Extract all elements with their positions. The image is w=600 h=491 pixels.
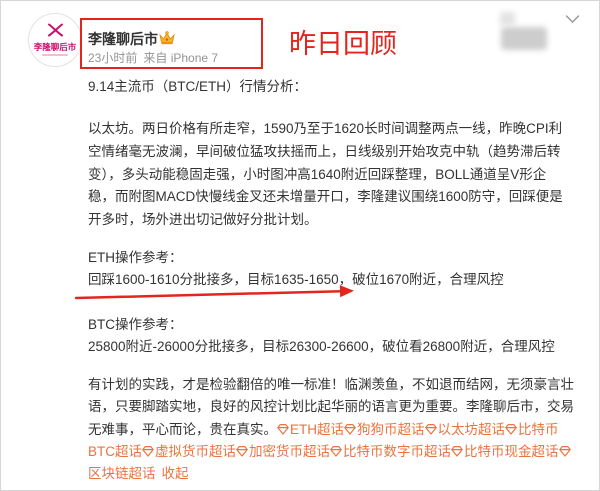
- collapse-link[interactable]: 收起: [162, 466, 189, 481]
- chevron-down-icon[interactable]: [565, 14, 580, 24]
- analysis-line: 变），多头动能稳固走强，小时图冲高1640附近回踩整理，BOLL通道呈V形企: [88, 166, 547, 182]
- super-topic-icon: [142, 445, 154, 457]
- analysis-paragraph: 以太坊。两日价格有所走窄，1590乃至于1620长时间调整两点一线，昨晚CPI利…: [88, 118, 563, 232]
- topic-link-dogecoin[interactable]: 狗狗币超话: [344, 422, 425, 437]
- topic-label: 虚拟货币超话: [155, 443, 236, 459]
- eth-plan: 回踩1600-1610分批接多，目标1635-1650，破位1670附近，合理风…: [88, 272, 504, 287]
- post-source: 来自 iPhone 7: [143, 51, 219, 65]
- super-topic-icon: [330, 445, 342, 457]
- super-topic-icon: [451, 445, 463, 457]
- btc-section: BTC操作参考： 25800附近-26000分批接多，目标26300-26600…: [88, 314, 555, 358]
- blurred-region: [501, 27, 547, 50]
- x-logo-icon: [48, 23, 63, 37]
- author-name[interactable]: 李隆聊后市: [88, 30, 158, 48]
- topic-link-crypto-currency[interactable]: 加密货币超话: [236, 444, 330, 459]
- avatar[interactable]: 李隆聊后市: [28, 13, 82, 67]
- eth-section: ETH操作参考： 回踩1600-1610分批接多，目标1635-1650，破位1…: [88, 247, 504, 291]
- topic-label: 区块链超话: [88, 466, 156, 482]
- closing-tail-with-topics: 无难事，平心而论，贵在真实。 ETH超话 狗狗币超话 以太坊超话 比特币BTC超话 虚拟货…: [88, 419, 574, 486]
- crown-icon: [159, 31, 175, 45]
- avatar-label: 李隆聊后市: [33, 42, 77, 52]
- btc-plan: 25800附近-26000分批接多，目标26300-26600，破位看26800…: [88, 339, 555, 354]
- analysis-line: 以太坊。两日价格有所走窄，1590乃至于1620长时间调整两点一线，昨晚CPI利: [88, 121, 563, 136]
- closing-line: 语，只要脚踏实地，良好的风控计划比起华丽的语言更为重要。李隆聊后市，交易: [88, 399, 574, 415]
- blurred-region: [500, 12, 515, 25]
- closing-line: 有计划的实践，才是检验翻倍的唯一标准！临渊羡鱼，不如退而结网，无须豪言壮: [88, 377, 574, 392]
- topic-label: 加密货币超话: [249, 443, 330, 459]
- topic-link-bitcoin-cash[interactable]: 比特币现金超话: [451, 444, 559, 459]
- analysis-line: 空情绪毫无波澜，早间破位猛攻扶摇而上，日线级别开始攻克中轨（趋势滞后转: [88, 143, 561, 159]
- super-topic-icon: [424, 423, 437, 435]
- topic-link-ethereum[interactable]: 以太坊超话: [424, 421, 506, 437]
- super-topic-icon: [277, 423, 289, 435]
- super-topic-icon: [558, 445, 571, 457]
- topic-link-eth[interactable]: ETH超话: [277, 422, 344, 437]
- btc-heading: BTC操作参考：: [88, 317, 183, 332]
- post-title: 9.14主流币（BTC/ETH）行情分析：: [88, 79, 308, 94]
- analysis-line: 开多时，场外进出切记做好分批计划。: [88, 212, 318, 228]
- closing-paragraph: 有计划的实践，才是检验翻倍的唯一标准！临渊羡鱼，不如退而结网，无须豪言壮 语，只…: [88, 374, 574, 485]
- topic-label: ETH超话: [290, 421, 344, 437]
- eth-heading: ETH操作参考：: [88, 250, 183, 265]
- avatar-subtext-line: [42, 54, 68, 56]
- closing-tail-text: 无难事，平心而论，贵在真实。: [88, 421, 277, 437]
- topic-label: 比特币数字币超话: [343, 443, 451, 459]
- weibo-post-card: 李隆聊后市 李隆聊后市 23小时前 来自 iPhone 7 昨日回顾 9.14主流…: [0, 0, 600, 491]
- super-topic-icon: [236, 445, 248, 457]
- post-time[interactable]: 23小时前: [88, 51, 137, 65]
- topic-link-bitcoin-digital[interactable]: 比特币数字币超话: [330, 444, 451, 459]
- topic-label: 以太坊超话: [437, 421, 506, 437]
- topic-label: 比特币现金超话: [464, 443, 559, 459]
- super-topic-icon: [505, 423, 517, 435]
- topic-label: 狗狗币超话: [357, 421, 425, 437]
- topic-link-virtual-currency[interactable]: 虚拟货币超话: [142, 444, 236, 459]
- super-topic-icon: [344, 423, 356, 435]
- analysis-line: 稳，而附图MACD快慢线金叉还未增量开口，李隆建议围绕1600防守，回踩便是: [88, 189, 563, 205]
- post-meta: 23小时前 来自 iPhone 7: [88, 51, 218, 66]
- annotation-label: 昨日回顾: [289, 29, 397, 59]
